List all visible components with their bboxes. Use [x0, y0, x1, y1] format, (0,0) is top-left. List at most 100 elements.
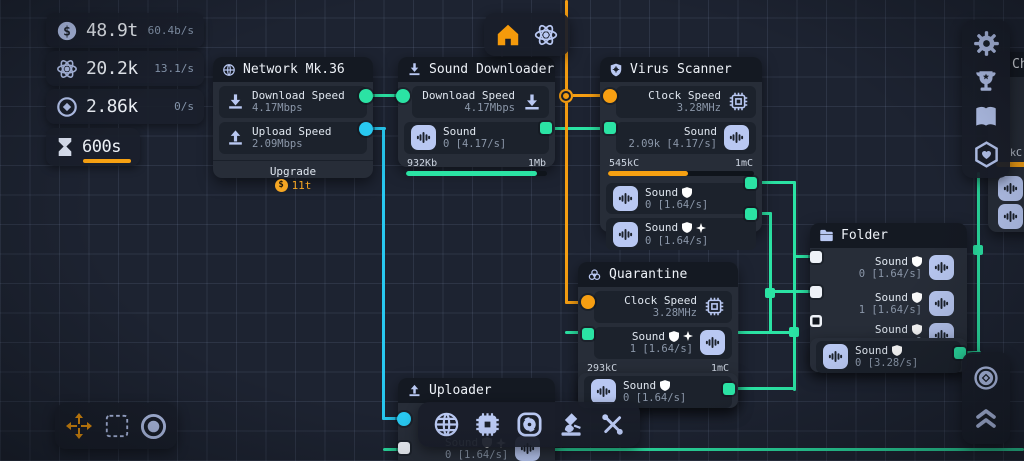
node-virus-scanner-header[interactable]: Virus Scanner [600, 57, 762, 82]
port-quarantine-out[interactable] [723, 383, 735, 395]
folder-input-row-1[interactable]: Sound 0 [1.64/s] [824, 252, 961, 284]
network-download-row[interactable]: Download Speed 4.17Mbps [219, 86, 367, 118]
port-folder-in-2[interactable] [810, 286, 822, 298]
row-value: 3.28MHz [648, 102, 721, 115]
row-value: 0 [1.64/s] [445, 449, 508, 461]
row-label: Sound [632, 330, 665, 343]
globe-button[interactable] [433, 411, 460, 438]
node-virus-scanner[interactable]: Virus Scanner Clock Speed 3.28MHz Sound … [600, 57, 762, 232]
row-label: Clock Speed [624, 294, 697, 307]
node-quarantine-header[interactable]: Quarantine [578, 262, 738, 287]
node-uploader-header[interactable]: Uploader [398, 378, 555, 403]
sound-icon [998, 204, 1023, 229]
port-scanner-sound-in[interactable] [604, 122, 616, 134]
port-network-upload-out[interactable] [359, 122, 373, 136]
cpu-chip-icon [704, 296, 725, 317]
port-downloader-sound-out[interactable] [540, 122, 552, 134]
trophy-button[interactable] [973, 68, 999, 94]
node-network[interactable]: Network Mk.36 Download Speed 4.17Mbps Up… [213, 57, 373, 178]
port-scanner-out-1[interactable] [745, 177, 757, 189]
scanner-clock-input-row[interactable]: Clock Speed 3.28MHz [616, 86, 756, 118]
downloader-input-row[interactable]: Download Speed 4.17Mbps [412, 86, 549, 118]
downloader-output-row[interactable]: Sound 0 [4.17/s] [404, 122, 549, 154]
shield-icon [682, 222, 692, 233]
row-label: Sound [628, 125, 717, 138]
node-folder-output[interactable]: Sound 0 [3.28/s] [810, 338, 967, 372]
port-scanner-out-2[interactable] [745, 208, 757, 220]
progress-label: kC [1010, 148, 1022, 159]
wire-scanner-out2-v[interactable] [769, 212, 772, 334]
tools-button[interactable] [599, 411, 626, 438]
row-value: 4.17Mbps [252, 102, 345, 115]
port-network-download-out[interactable] [359, 89, 373, 103]
folder-icon [819, 228, 834, 243]
port-scanner-clock-in[interactable] [603, 89, 617, 103]
move-tool-button[interactable] [65, 412, 93, 440]
wire-junction[interactable] [789, 327, 799, 337]
scanner-sound-input-row[interactable]: Sound 2.09k [4.17/s] [616, 122, 756, 154]
wire-upload-v[interactable] [382, 127, 385, 420]
target-button[interactable] [972, 364, 1000, 392]
wire-junction[interactable] [973, 245, 983, 255]
gear-button[interactable] [973, 30, 1000, 57]
chevrons-up-button[interactable] [972, 404, 1000, 432]
row-value: 2.09Mbps [252, 138, 331, 151]
wire-junction-clock[interactable] [559, 89, 573, 103]
folder-output-row[interactable]: Sound 0 [3.28/s] [816, 341, 961, 373]
sound-icon [411, 125, 436, 150]
network-upload-row[interactable]: Upload Speed 2.09Mbps [219, 122, 367, 154]
progress-max: 1mC [711, 363, 729, 374]
wire-folder-out-v[interactable] [977, 172, 980, 354]
timer-progress [83, 159, 131, 163]
marquee-select-button[interactable] [104, 413, 130, 439]
row-label: Sound [645, 221, 678, 234]
progress-bar [608, 171, 754, 176]
atom-icon [56, 58, 78, 80]
bottom-right-panel [962, 352, 1010, 444]
node-sound-downloader[interactable]: Sound Downloader Download Speed 4.17Mbps… [398, 57, 555, 167]
home-button[interactable] [495, 22, 521, 48]
hourglass-icon [56, 137, 74, 157]
port-uploader-sound-in[interactable] [398, 442, 410, 454]
download-icon [226, 92, 245, 111]
quarantine-clock-input-row[interactable]: Clock Speed 3.28MHz [594, 291, 732, 323]
cpu-chip-button[interactable] [474, 411, 501, 438]
scanner-output-row-2[interactable]: Sound 0 [1.64/s] [606, 218, 756, 250]
port-uploader-speed-in[interactable] [397, 412, 411, 426]
row-label: Download Speed [252, 89, 345, 102]
node-title: Quarantine [609, 267, 687, 282]
node-network-header[interactable]: Network Mk.36 [213, 57, 373, 82]
wire-scanner-out1-v[interactable] [793, 181, 796, 391]
port-folder-in-1[interactable] [810, 251, 822, 263]
wire-junction[interactable] [765, 288, 775, 298]
shield-icon [892, 345, 902, 356]
node-folder-header[interactable]: Folder [810, 223, 967, 248]
resource-money: $ 48.9t 60.4b/s [46, 13, 204, 48]
shield-icon [912, 292, 922, 303]
left-toolbar [55, 403, 177, 449]
port-quarantine-sound-in[interactable] [582, 328, 594, 340]
node-title: Sound Downloader [429, 62, 554, 77]
port-quarantine-clock-in[interactable] [581, 295, 595, 309]
row-value: 1 [1.64/s] [859, 304, 922, 317]
port-folder-in-3[interactable] [810, 315, 822, 327]
port-downloader-speed-in[interactable] [396, 89, 410, 103]
circle-select-button[interactable] [140, 413, 167, 440]
sound-icon [700, 330, 725, 355]
hexagon-heart-button[interactable] [973, 141, 1000, 168]
atom-button[interactable] [533, 22, 559, 48]
microscope-button[interactable] [557, 411, 584, 438]
upload-icon [407, 383, 422, 398]
book-button[interactable] [973, 104, 999, 130]
row-value: 1 [1.64/s] [630, 343, 693, 356]
node-sound-downloader-header[interactable]: Sound Downloader [398, 57, 555, 82]
progress-bar [406, 171, 547, 176]
fan-button[interactable] [516, 411, 543, 438]
folder-input-row-2[interactable]: Sound 1 [1.64/s] [824, 288, 961, 320]
game-canvas[interactable]: Network Mk.36 Download Speed 4.17Mbps Up… [0, 0, 1024, 461]
scanner-output-row-1[interactable]: Sound 0 [1.64/s] [606, 183, 756, 215]
network-upgrade-button[interactable]: Upgrade $ 11t [213, 160, 373, 198]
quarantine-sound-input-row[interactable]: Sound 1 [1.64/s] [594, 327, 732, 359]
shield-icon [669, 331, 679, 342]
wire-quarantine-out-h[interactable] [729, 387, 796, 390]
